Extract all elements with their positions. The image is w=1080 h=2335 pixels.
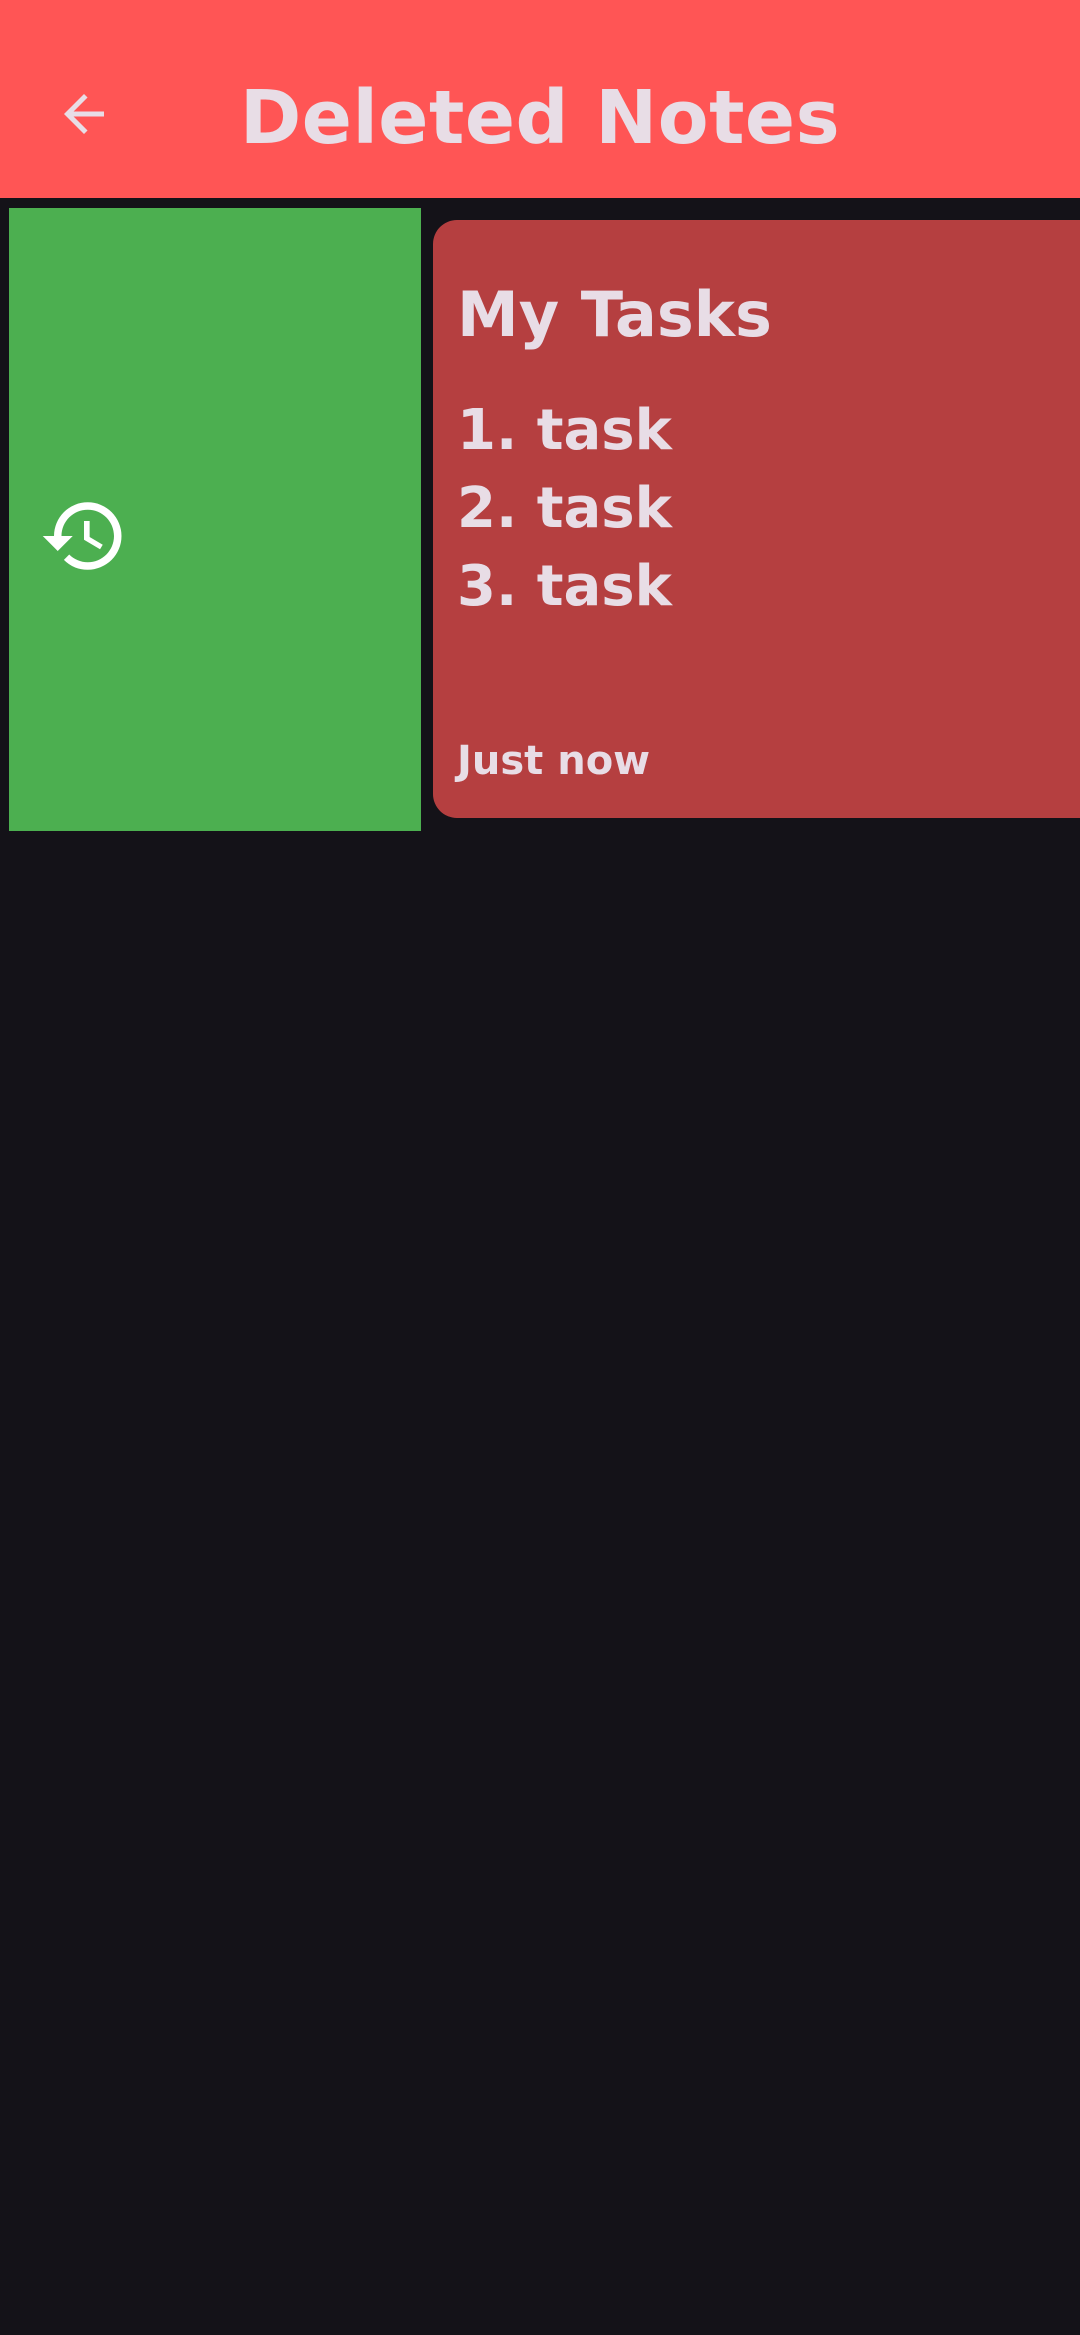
app-bar: Deleted Notes <box>0 0 1080 198</box>
note-body: 1. task 2. task 3. task <box>457 398 672 619</box>
note-card[interactable]: My Tasks 1. task 2. task 3. task Just no… <box>433 220 1080 818</box>
deleted-notes-list: My Tasks 1. task 2. task 3. task Just no… <box>0 198 1080 838</box>
note-timestamp: Just now <box>457 738 651 784</box>
note-title: My Tasks <box>457 278 772 351</box>
restore-history-icon <box>42 502 122 570</box>
restore-swipe-action[interactable] <box>9 208 421 831</box>
page-title: Deleted Notes <box>239 75 841 161</box>
